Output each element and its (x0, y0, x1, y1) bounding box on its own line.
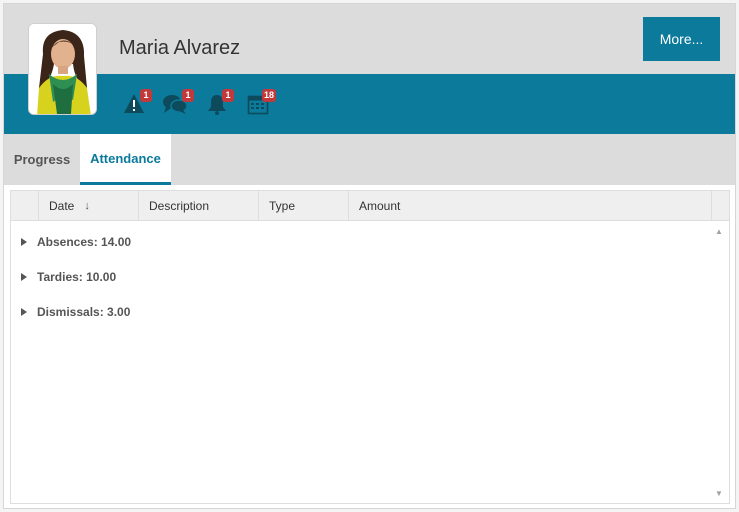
more-button[interactable]: More... (643, 17, 720, 61)
student-name: Maria Alvarez (119, 37, 241, 59)
column-header-description[interactable]: Description (139, 191, 259, 221)
column-header-amount[interactable]: Amount (349, 191, 712, 221)
vertical-scrollbar[interactable]: ▲ ▼ (712, 222, 729, 503)
tab-progress[interactable]: Progress (4, 134, 80, 185)
student-photo (29, 24, 96, 114)
header-top (4, 4, 735, 74)
group-label: Tardies: 10.00 (37, 270, 117, 284)
alerts-notifications[interactable]: 1 (206, 89, 234, 117)
scroll-up-icon[interactable]: ▲ (715, 227, 723, 236)
alerts-calendar[interactable]: 18 (247, 89, 277, 117)
attendance-grid: Date ↓ Description Type Amount Absences:… (10, 190, 730, 504)
alerts-messages[interactable]: 1 (162, 89, 194, 117)
sort-descending-icon: ↓ (84, 200, 90, 212)
calendar-count-badge: 18 (262, 89, 277, 102)
column-header-type[interactable]: Type (259, 191, 349, 221)
group-row-tardies[interactable]: Tardies: 10.00 (11, 266, 711, 288)
scroll-down-icon[interactable]: ▼ (715, 489, 723, 498)
column-header-date[interactable]: Date ↓ (39, 191, 139, 221)
group-row-dismissals[interactable]: Dismissals: 3.00 (11, 301, 711, 323)
avatar (28, 23, 97, 115)
group-row-absences[interactable]: Absences: 14.00 (11, 231, 711, 253)
group-label: Absences: 14.00 (37, 235, 132, 249)
header-band (4, 74, 735, 134)
tabs-bar: Progress Attendance (4, 134, 735, 185)
notification-count-badge: 1 (222, 89, 234, 102)
column-label: Type (269, 199, 296, 213)
expand-arrow-icon[interactable] (11, 273, 37, 281)
grid-header: Date ↓ Description Type Amount (11, 191, 729, 221)
tab-attendance[interactable]: Attendance (80, 134, 171, 185)
column-label: Amount (359, 199, 401, 213)
message-count-badge: 1 (182, 89, 194, 102)
alert-count-badge: 1 (140, 89, 152, 102)
alerts-warning[interactable]: 1 (123, 89, 152, 117)
expand-arrow-icon[interactable] (11, 238, 37, 246)
column-label: Date (49, 199, 75, 213)
grid-header-spacer (11, 191, 39, 221)
student-panel: Maria Alvarez More... 1 1 1 18 Progress … (3, 3, 736, 509)
expand-arrow-icon[interactable] (11, 308, 37, 316)
column-label: Description (149, 199, 210, 213)
group-label: Dismissals: 3.00 (37, 305, 131, 319)
